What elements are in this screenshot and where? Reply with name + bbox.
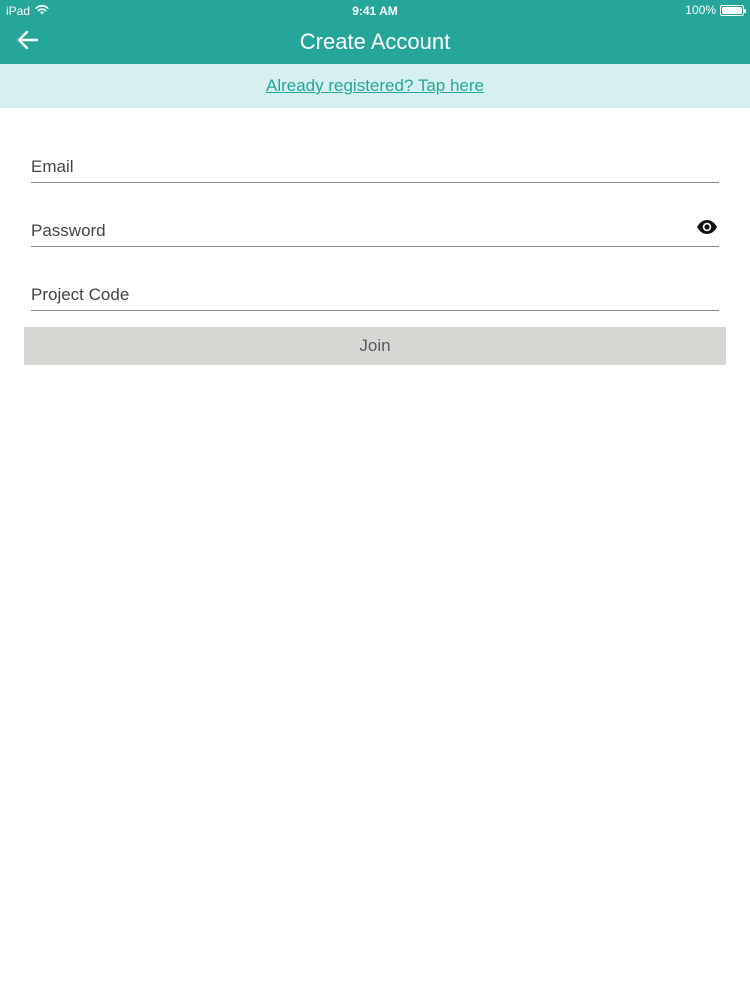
join-button[interactable]: Join bbox=[24, 327, 726, 365]
project-code-input[interactable] bbox=[31, 282, 719, 308]
status-time: 9:41 AM bbox=[352, 4, 398, 18]
already-registered-link[interactable]: Already registered? Tap here bbox=[266, 76, 484, 96]
password-field bbox=[31, 213, 719, 247]
app-bar: Create Account bbox=[0, 20, 750, 64]
top-chrome: iPad 9:41 AM 100% Create Account bbox=[0, 0, 750, 64]
eye-icon bbox=[696, 219, 718, 240]
create-account-screen: iPad 9:41 AM 100% Create Account Already… bbox=[0, 0, 750, 1000]
login-banner: Already registered? Tap here bbox=[0, 64, 750, 108]
password-input[interactable] bbox=[31, 218, 681, 244]
status-battery: 100% bbox=[685, 3, 746, 17]
project-code-field bbox=[31, 277, 719, 311]
toggle-password-visibility-button[interactable] bbox=[695, 218, 719, 240]
battery-fill bbox=[722, 6, 742, 14]
status-bar: iPad 9:41 AM 100% bbox=[0, 0, 750, 20]
email-field bbox=[31, 149, 719, 183]
email-input[interactable] bbox=[31, 154, 719, 180]
battery-percent: 100% bbox=[685, 3, 716, 17]
page-title: Create Account bbox=[299, 29, 451, 54]
battery-icon bbox=[720, 4, 746, 16]
